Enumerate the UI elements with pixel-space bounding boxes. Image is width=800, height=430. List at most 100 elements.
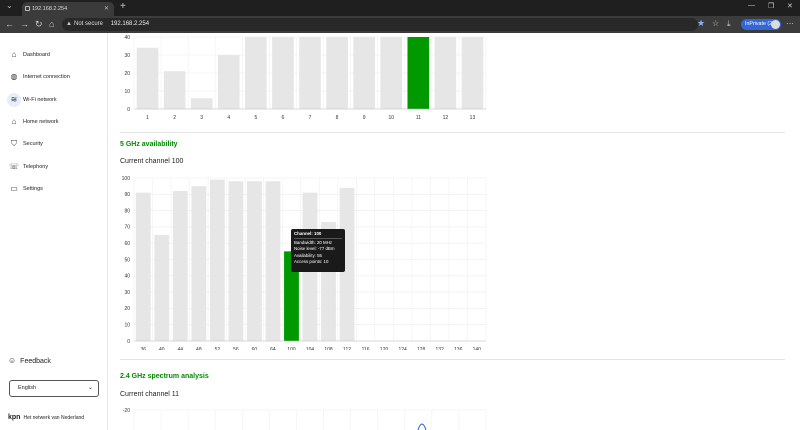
x-tick-label: 10	[388, 115, 394, 121]
bar-10	[380, 37, 403, 109]
tab-title: 192.168.2.254	[32, 6, 68, 12]
address-bar[interactable]: ▲ Not secure 192.168.2.254	[62, 18, 698, 31]
x-tick-label: 36	[140, 347, 146, 350]
bar-3	[190, 98, 213, 109]
minimize-icon[interactable]: —	[748, 2, 755, 9]
sidebar-item-settings[interactable]: ▭ Settings	[8, 182, 102, 196]
y-tick-label: 0	[127, 107, 130, 113]
bar-9	[353, 37, 375, 109]
sidebar-item-home-network[interactable]: ⌂ Home network	[8, 115, 102, 129]
browser-tabstrip: ⌄ 192.168.2.254 ✕ + — ❐ ✕	[0, 0, 800, 16]
x-tick-label: 112	[343, 347, 351, 350]
url-text: 192.168.2.254	[110, 21, 150, 27]
y-tick-label: 30	[124, 53, 130, 59]
language-select[interactable]: English ⌄	[9, 380, 99, 397]
sidebar-item-label: Internet connection	[23, 74, 70, 80]
x-tick-label: 140	[473, 347, 482, 350]
x-tick-label: 100	[287, 347, 296, 350]
home-icon: ⌂	[11, 50, 17, 59]
more-menu-icon[interactable]: ⋯	[786, 19, 794, 28]
forward-button[interactable]: →	[20, 18, 29, 30]
y-tick-label: -20	[123, 408, 130, 414]
y-tick-label: 10	[124, 89, 130, 95]
bar-4	[217, 55, 240, 109]
section-title-24ghz-spectrum: 2.4 GHz spectrum analysis	[120, 373, 209, 380]
feedback-icon: ☺	[8, 356, 17, 365]
x-tick-label: 7	[309, 115, 312, 121]
x-tick-label: 48	[196, 347, 202, 350]
tab-list-icon[interactable]: ⌄	[6, 1, 13, 10]
feedback-label: Feedback	[20, 358, 51, 365]
favorites-icon[interactable]: ☆	[712, 19, 719, 28]
bar-5	[245, 37, 267, 109]
downloads-icon[interactable]: ⤓	[727, 19, 731, 29]
bar-64	[265, 181, 281, 341]
y-tick-label: 20	[124, 306, 130, 312]
y-tick-label: 60	[124, 241, 130, 247]
sidebar-item-label: Wi-Fi network	[23, 97, 57, 103]
window-close-icon[interactable]: ✕	[787, 2, 793, 10]
section-title-5ghz: 5 GHz availability	[120, 141, 178, 148]
kpn-logo: kpn	[8, 414, 21, 421]
home-button-icon[interactable]: ⌂	[49, 18, 54, 30]
x-tick-label: 2	[173, 115, 176, 121]
x-tick-label: 40	[159, 347, 165, 350]
current-channel-24ghz: Current channel 11	[120, 391, 180, 398]
y-tick-label: 20	[124, 71, 130, 77]
sidebar-item-label: Home network	[23, 119, 59, 125]
bar-1	[136, 47, 159, 109]
spectrum-curve	[417, 423, 427, 430]
divider	[120, 132, 785, 133]
sidebar-item-security[interactable]: ⛉ Security	[8, 137, 102, 151]
favorite-star-icon[interactable]: ★	[697, 18, 705, 29]
y-tick-label: 10	[124, 323, 130, 329]
x-tick-label: 13	[470, 115, 476, 121]
new-tab-button[interactable]: +	[120, 1, 126, 12]
sidebar-item-dashboard[interactable]: ⌂ Dashboard	[8, 48, 102, 62]
x-tick-label: 104	[306, 347, 315, 350]
browser-tab[interactable]: 192.168.2.254 ✕	[22, 2, 114, 16]
x-tick-label: 8	[336, 115, 339, 121]
x-tick-label: 128	[417, 347, 426, 350]
brand-tagline: Het netwerk van Nederland	[23, 415, 85, 421]
sidebar-item-label: Telephony	[23, 164, 49, 170]
sidebar-item-wifi[interactable]: ≋ Wi-Fi network	[7, 93, 102, 107]
x-tick-label: 9	[363, 115, 366, 121]
warning-icon: ▲	[66, 21, 72, 27]
close-tab-icon[interactable]: ✕	[104, 2, 109, 16]
reload-button[interactable]: ↻	[35, 18, 43, 30]
inprivate-badge[interactable]: InPrivate (2)	[741, 19, 781, 30]
bar-48	[191, 186, 207, 341]
x-tick-label: 11	[416, 115, 421, 121]
shield-icon: ⛉	[11, 139, 17, 148]
bar-36	[135, 192, 151, 341]
sidebar-item-internet[interactable]: ◍ Internet connection	[8, 70, 102, 84]
page-icon	[25, 6, 30, 11]
avatar	[771, 20, 780, 29]
tooltip-channel: Channel: 100	[294, 231, 342, 240]
sidebar-item-label: Security	[23, 141, 43, 147]
chart-24ghz-availability: 0102030401 2 3 4 5 6 7 8 9 10 11 12 13	[124, 35, 487, 121]
bar-13	[461, 37, 484, 109]
back-button[interactable]: ←	[5, 18, 14, 30]
x-tick-label: 116	[362, 347, 370, 350]
y-tick-label: 100	[122, 176, 131, 182]
bar-2	[163, 71, 186, 109]
wifi-icon: ≋	[7, 93, 21, 107]
y-tick-label: 90	[124, 192, 130, 198]
y-tick-label: 30	[124, 290, 130, 296]
main-content: 0 10 20 30 40 1 2 3 4 5 6 7 8 9 10 11 12 13 5 GHz availab…	[108, 33, 800, 430]
sidebar-item-telephony[interactable]: ☏ Telephony	[8, 160, 102, 174]
tooltip-access-points: Access points: 10	[294, 258, 329, 264]
x-tick-label: 12	[443, 115, 449, 121]
maximize-icon[interactable]: ❐	[768, 2, 774, 10]
bar-52	[209, 179, 225, 341]
sidebar: ⌂ Dashboard ◍ Internet connection ≋ Wi-F…	[0, 33, 108, 430]
feedback-button[interactable]: ☺ Feedback	[8, 356, 51, 365]
chevron-down-icon: ⌄	[87, 385, 93, 391]
y-tick-label: 50	[124, 257, 130, 263]
x-tick-label: 52	[215, 347, 221, 350]
phone-icon: ☏	[8, 162, 19, 171]
x-tick-label: 56	[233, 347, 239, 350]
language-value: English	[18, 385, 37, 391]
